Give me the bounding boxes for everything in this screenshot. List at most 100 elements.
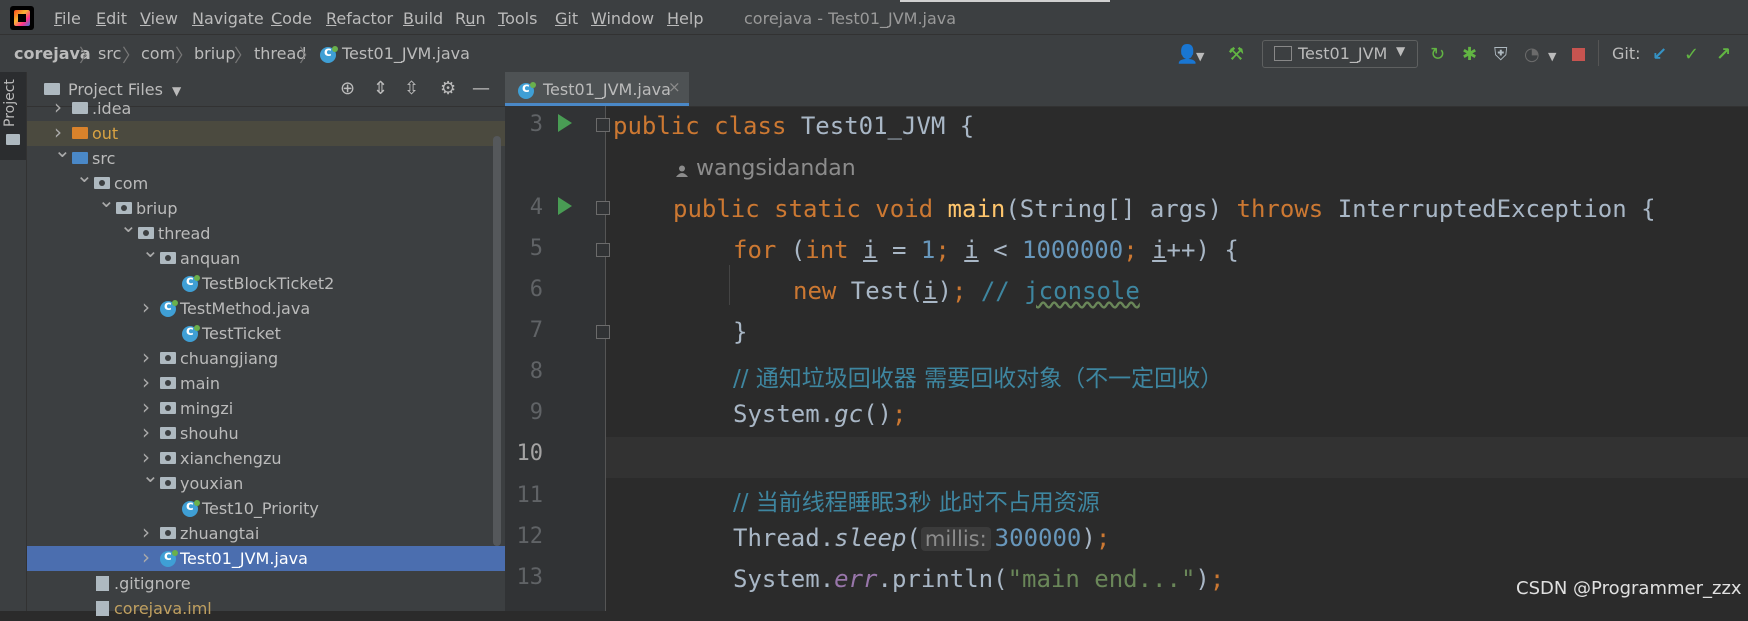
code-line-5[interactable]: for (int i = 1; i < 1000000; i++) { [733, 236, 1239, 264]
project-tree-scrollbar[interactable] [493, 136, 501, 546]
menu-item[interactable]: View [140, 9, 178, 28]
dropdown-arrow-icon[interactable]: ▼ [1196, 50, 1204, 63]
chevron-right-icon[interactable]: › [142, 395, 150, 419]
menu-item[interactable]: Tools [498, 9, 537, 28]
code-line-6[interactable]: new Test(i); // jconsole [793, 277, 1140, 305]
breadcrumb-com[interactable]: com [141, 44, 175, 63]
chevron-right-icon[interactable]: › [142, 370, 150, 394]
chevron-down-icon[interactable]: ⌄ [54, 138, 71, 162]
tree-node[interactable]: ⌄ youxian [27, 463, 505, 496]
tree-node[interactable]: TestTicket [27, 321, 505, 346]
code-author-hint[interactable]: wangsidandan [696, 156, 856, 181]
tree-node[interactable]: › xianchengzu [27, 445, 505, 471]
window-title: corejava - Test01_JVM.java [744, 9, 957, 28]
git-update-icon[interactable]: ↙ [1652, 44, 1667, 65]
code-line-11[interactable]: // 当前线程睡眠3秒 此时不占用资源 [733, 483, 1100, 517]
dropdown-arrow-icon[interactable]: ▼ [1548, 50, 1556, 63]
menu-item[interactable]: Edit [96, 9, 127, 28]
stop-icon[interactable] [1572, 48, 1585, 61]
chevron-down-icon[interactable]: ⌄ [120, 213, 137, 237]
tree-node-label: .idea [92, 99, 132, 118]
tree-node[interactable]: › main [27, 370, 505, 396]
tree-node[interactable]: corejava.iml [27, 596, 505, 621]
tree-node-label: anquan [180, 249, 241, 268]
chevron-right-icon[interactable]: › [142, 545, 150, 569]
menu-item[interactable]: File [54, 9, 81, 28]
line-number: 12 [516, 524, 544, 549]
chevron-down-icon[interactable]: ⌄ [76, 163, 93, 187]
tree-node-label: zhuangtai [180, 524, 260, 543]
git-push-icon[interactable]: ↗ [1716, 44, 1731, 65]
breadcrumb-src[interactable]: src [98, 44, 121, 63]
code-line-7[interactable]: } [733, 318, 747, 346]
tree-node[interactable]: ⌄ briup [27, 188, 505, 221]
project-tool-window-button[interactable]: Project [2, 78, 24, 128]
tree-node-label: TestMethod.java [180, 299, 311, 318]
menu-item[interactable]: Build [403, 9, 443, 28]
tree-node[interactable]: › chuangjiang [27, 345, 505, 371]
chevron-right-icon[interactable]: › [142, 520, 150, 544]
tree-node[interactable]: ⌄ src [27, 138, 505, 171]
tree-node-label: Test10_Priority [202, 499, 319, 518]
folder-icon [6, 134, 20, 145]
code-line-8[interactable]: // 通知垃圾回收器 需要回收对象（不一定回收） [733, 359, 1223, 393]
breadcrumb-briup[interactable]: briup [194, 44, 235, 63]
tree-node[interactable]: › Test01_JVM.java [27, 545, 505, 571]
debug-bug-icon[interactable]: ✱ [1462, 44, 1477, 65]
line-number: 4 [529, 195, 543, 220]
tree-node[interactable]: › out [27, 120, 505, 146]
menu-item[interactable]: Git [555, 9, 578, 28]
tree-node[interactable]: › zhuangtai [27, 520, 505, 546]
line-number: 6 [529, 277, 543, 302]
code-line-12[interactable]: Thread.sleep(millis: 300000); [733, 524, 1110, 552]
tree-node[interactable]: .gitignore [27, 571, 505, 596]
chevron-down-icon[interactable]: ⌄ [98, 188, 115, 212]
coverage-shield-icon[interactable]: ⛨ [1494, 44, 1508, 65]
tree-node[interactable]: Test10_Priority [27, 496, 505, 521]
chevron-right-icon[interactable]: › [142, 420, 150, 444]
chevron-right-icon: 〉 [79, 46, 97, 67]
chevron-down-icon[interactable]: ⌄ [142, 463, 159, 487]
code-line-13[interactable]: System.err.println("main end..."); [733, 565, 1224, 593]
chevron-down-icon[interactable]: ⌄ [142, 238, 159, 262]
tree-node[interactable]: ⌄ thread [27, 213, 505, 246]
tree-node[interactable]: › .idea [27, 95, 505, 121]
fold-marker-icon[interactable] [596, 243, 610, 257]
chevron-right-icon[interactable]: › [54, 95, 62, 119]
chevron-right-icon[interactable]: › [142, 295, 150, 319]
code-line-9[interactable]: System.gc(); [733, 400, 906, 428]
fold-marker-icon[interactable] [596, 201, 610, 215]
tree-node[interactable]: ⌄ anquan [27, 238, 505, 271]
code-line-4[interactable]: public static void main(String[] args) t… [673, 195, 1656, 223]
build-hammer-icon[interactable]: ⚒ [1228, 44, 1244, 65]
run-main-icon[interactable] [558, 197, 572, 215]
tree-node-label: xianchengzu [180, 449, 282, 468]
code-line-3[interactable]: public class Test01_JVM { [613, 112, 974, 140]
profiler-icon[interactable]: ◔ [1524, 44, 1540, 65]
menu-item[interactable]: Run [455, 9, 486, 28]
chevron-right-icon: 〉 [234, 46, 252, 67]
package-icon [160, 402, 176, 414]
tree-node[interactable]: TestBlockTicket2 [27, 271, 505, 296]
menu-item[interactable]: Code [271, 9, 312, 28]
fold-marker-icon[interactable] [596, 118, 610, 132]
tree-node-label: chuangjiang [180, 349, 279, 368]
rerun-icon[interactable]: ↻ [1430, 44, 1445, 65]
chevron-right-icon[interactable]: › [142, 345, 150, 369]
tree-node-label: youxian [180, 474, 244, 493]
tree-node[interactable]: › mingzi [27, 395, 505, 421]
breadcrumb-file[interactable]: Test01_JVM.java [342, 44, 470, 63]
menu-item[interactable]: Refactor [326, 9, 393, 28]
run-class-icon[interactable] [558, 114, 572, 132]
tab-label: Test01_JVM.java [543, 80, 671, 99]
menu-item[interactable]: Navigate [192, 9, 264, 28]
git-commit-icon[interactable]: ✓ [1684, 44, 1699, 65]
tree-node[interactable]: › TestMethod.java [27, 295, 505, 321]
folder-icon [44, 83, 60, 95]
menu-item[interactable]: Window [591, 9, 654, 28]
close-icon[interactable]: × [668, 78, 681, 96]
menu-item[interactable]: Help [667, 9, 703, 28]
tree-node[interactable]: › shouhu [27, 420, 505, 446]
fold-marker-icon[interactable] [596, 325, 610, 339]
tree-node-label: shouhu [180, 424, 239, 443]
